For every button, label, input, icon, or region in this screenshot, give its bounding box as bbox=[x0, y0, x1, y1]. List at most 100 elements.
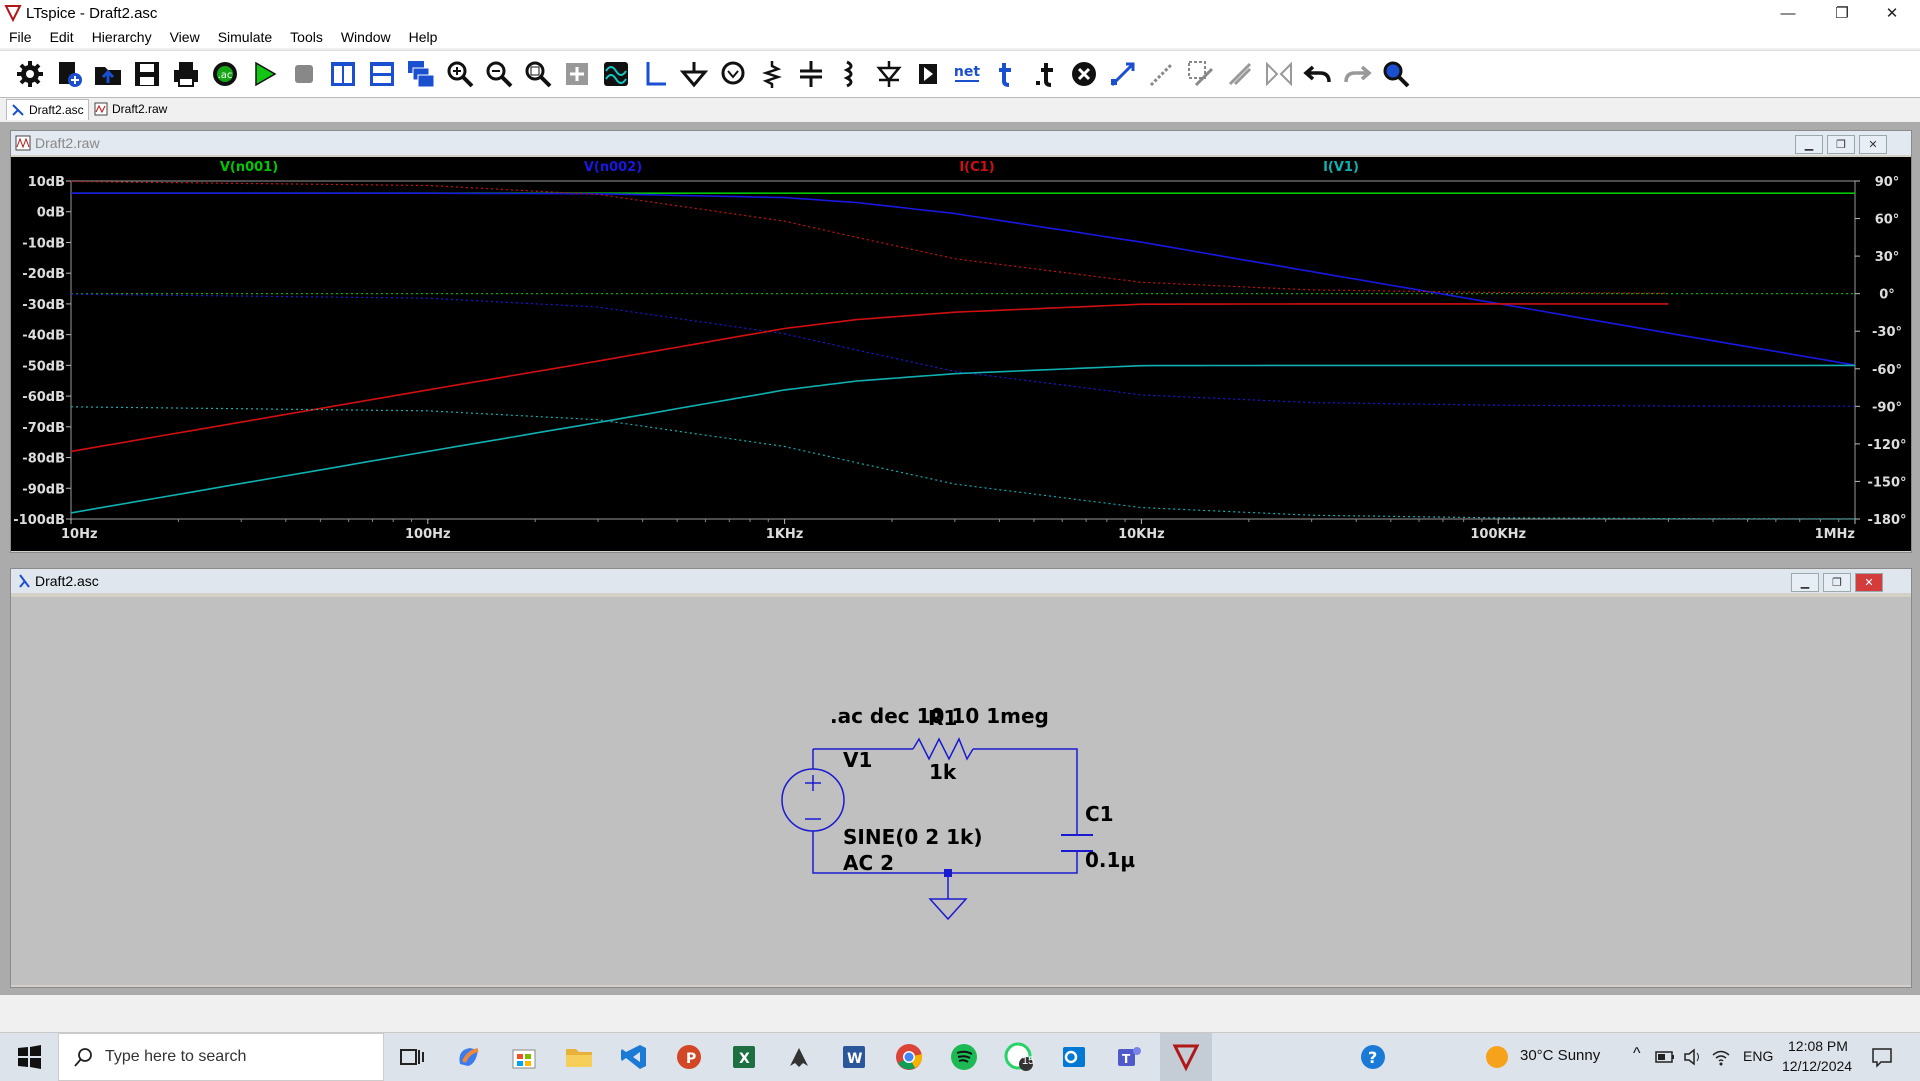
windows-start-icon[interactable] bbox=[14, 1042, 44, 1072]
waveform-close-button[interactable]: ✕ bbox=[1859, 135, 1887, 154]
zoom-out-icon[interactable] bbox=[483, 58, 515, 90]
pan-icon[interactable] bbox=[561, 58, 593, 90]
clock-time[interactable]: 12:08 PM bbox=[1788, 1038, 1848, 1054]
x-tick-label: 1KHz bbox=[766, 527, 804, 542]
ltspice-taskbar-button[interactable] bbox=[1160, 1033, 1212, 1081]
diode-tool-icon[interactable] bbox=[873, 58, 905, 90]
inkscape-icon[interactable] bbox=[784, 1042, 814, 1072]
legend-trace-label[interactable]: I(V1) bbox=[1323, 160, 1359, 175]
menu-simulate[interactable]: Simulate bbox=[209, 26, 281, 48]
ground-tool-icon[interactable] bbox=[678, 58, 710, 90]
move-icon[interactable] bbox=[1107, 58, 1139, 90]
copy-icon[interactable] bbox=[1185, 58, 1217, 90]
text-tool-icon[interactable] bbox=[990, 58, 1022, 90]
file-explorer-icon[interactable] bbox=[564, 1042, 594, 1072]
clock-date[interactable]: 12/12/2024 bbox=[1782, 1058, 1852, 1074]
undo-icon[interactable] bbox=[1302, 58, 1334, 90]
close-button[interactable]: ✕ bbox=[1864, 0, 1920, 26]
menu-hierarchy[interactable]: Hierarchy bbox=[83, 26, 161, 48]
new-schematic-icon[interactable] bbox=[53, 58, 85, 90]
waveform-icon[interactable] bbox=[600, 58, 632, 90]
rotate-icon[interactable] bbox=[1224, 58, 1256, 90]
inductor-tool-icon[interactable] bbox=[834, 58, 866, 90]
spotify-icon[interactable] bbox=[949, 1042, 979, 1072]
open-folder-icon[interactable] bbox=[92, 58, 124, 90]
menu-help[interactable]: Help bbox=[400, 26, 447, 48]
legend-trace-label[interactable]: V(n001) bbox=[220, 160, 278, 175]
bode-plot[interactable]: 10Hz 100Hz 1KHz 10KHz 100KHz 1MHz 10dB 0dB -10dB… bbox=[11, 157, 1911, 551]
menu-edit[interactable]: Edit bbox=[41, 26, 83, 48]
save-icon[interactable] bbox=[131, 58, 163, 90]
wifi-icon[interactable] bbox=[1710, 1046, 1732, 1068]
r1-value[interactable]: 1k bbox=[929, 760, 957, 784]
battery-icon[interactable] bbox=[1654, 1046, 1676, 1068]
teams-icon[interactable]: T bbox=[1114, 1042, 1144, 1072]
stop-icon[interactable] bbox=[288, 58, 320, 90]
outlook-icon[interactable] bbox=[1059, 1042, 1089, 1072]
label-net-icon[interactable] bbox=[717, 58, 749, 90]
language-indicator[interactable]: ENG bbox=[1743, 1048, 1773, 1064]
schematic-canvas[interactable]: .ac dec 10 10 1meg R1 1k V1 SINE(0 2 1k)… bbox=[11, 597, 1911, 985]
menu-window[interactable]: Window bbox=[332, 26, 400, 48]
redo-icon[interactable] bbox=[1341, 58, 1373, 90]
task-view-icon[interactable] bbox=[397, 1042, 427, 1072]
y-left-tick-label: -50dB bbox=[22, 359, 65, 374]
y-right-tick-label: 30° bbox=[1875, 250, 1900, 265]
v1-name[interactable]: V1 bbox=[843, 748, 872, 772]
delete-icon[interactable] bbox=[1068, 58, 1100, 90]
settings-gear-icon[interactable] bbox=[14, 58, 46, 90]
r1-name[interactable]: R1 bbox=[928, 706, 957, 730]
c1-name[interactable]: C1 bbox=[1085, 802, 1114, 826]
minimize-button[interactable]: — bbox=[1760, 0, 1816, 26]
tile-vertical-icon[interactable] bbox=[327, 58, 359, 90]
weather-text[interactable]: 30°C Sunny bbox=[1520, 1047, 1600, 1064]
wire-tool-icon[interactable] bbox=[639, 58, 671, 90]
powerpoint-icon[interactable]: P bbox=[674, 1042, 704, 1072]
menu-file[interactable]: File bbox=[0, 26, 41, 48]
v1-ac-value[interactable]: AC 2 bbox=[843, 851, 894, 875]
legend-trace-label[interactable]: V(n002) bbox=[584, 160, 642, 175]
tile-horizontal-icon[interactable] bbox=[366, 58, 398, 90]
chevron-up-icon[interactable]: ^ bbox=[1633, 1045, 1641, 1063]
copilot-icon[interactable] bbox=[454, 1042, 484, 1072]
zoom-in-icon[interactable] bbox=[444, 58, 476, 90]
restore-button[interactable]: ❐ bbox=[1814, 0, 1870, 26]
schematic-minimize-button[interactable]: ▁ bbox=[1791, 573, 1819, 592]
drag-icon[interactable] bbox=[1146, 58, 1178, 90]
y-right-tick-label: -150° bbox=[1867, 475, 1906, 490]
component-tool-icon[interactable] bbox=[912, 58, 944, 90]
word-icon[interactable]: W bbox=[839, 1042, 869, 1072]
capacitor-tool-icon[interactable] bbox=[795, 58, 827, 90]
legend-trace-label[interactable]: I(C1) bbox=[959, 160, 994, 175]
zoom-fit-icon[interactable] bbox=[522, 58, 554, 90]
menu-tools[interactable]: Tools bbox=[281, 26, 332, 48]
ltspice-icon bbox=[1172, 1044, 1200, 1072]
waveform-minimize-button[interactable]: ▁ bbox=[1795, 135, 1823, 154]
vscode-icon[interactable] bbox=[619, 1042, 649, 1072]
spice-directive-icon[interactable] bbox=[1029, 58, 1061, 90]
tab-draft2-asc[interactable]: Draft2.asc bbox=[6, 99, 89, 120]
volume-icon[interactable] bbox=[1682, 1046, 1704, 1068]
tab-draft2-raw[interactable]: Draft2.raw bbox=[90, 99, 171, 119]
net-label-tool-icon[interactable]: net bbox=[951, 58, 983, 90]
microsoft-store-icon[interactable] bbox=[509, 1042, 539, 1072]
help-icon[interactable]: ? bbox=[1358, 1042, 1388, 1072]
mirror-icon[interactable] bbox=[1263, 58, 1295, 90]
notification-icon[interactable] bbox=[1870, 1045, 1894, 1069]
v1-value[interactable]: SINE(0 2 1k) bbox=[843, 825, 983, 849]
c1-value[interactable]: 0.1µ bbox=[1085, 848, 1135, 872]
schematic-close-button[interactable]: ✕ bbox=[1855, 573, 1883, 592]
run-play-icon[interactable] bbox=[248, 58, 280, 90]
taskbar-search-box[interactable]: Type here to search bbox=[58, 1033, 384, 1081]
resistor-tool-icon[interactable] bbox=[756, 58, 788, 90]
weather-sun-icon[interactable] bbox=[1482, 1042, 1512, 1072]
excel-icon[interactable]: X bbox=[729, 1042, 759, 1072]
chrome-icon[interactable] bbox=[894, 1042, 924, 1072]
menu-view[interactable]: View bbox=[161, 26, 209, 48]
schematic-maximize-button[interactable]: ❐ bbox=[1823, 573, 1851, 592]
find-icon[interactable] bbox=[1380, 58, 1412, 90]
waveform-maximize-button[interactable]: ❐ bbox=[1827, 135, 1855, 154]
print-icon[interactable] bbox=[170, 58, 202, 90]
ac-simulation-icon[interactable]: .ac bbox=[209, 58, 241, 90]
cascade-windows-icon[interactable] bbox=[405, 58, 437, 90]
